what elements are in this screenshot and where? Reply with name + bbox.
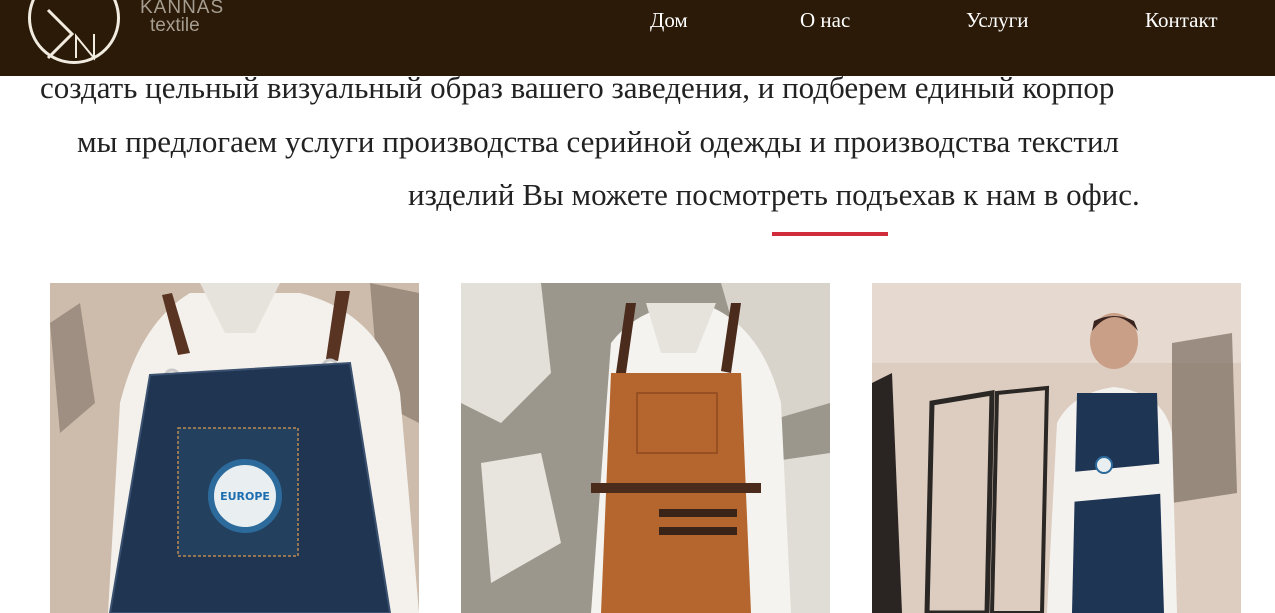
leather-apron-photo — [461, 283, 830, 613]
nav-contact[interactable]: Контакт — [1145, 8, 1218, 32]
section-divider — [772, 232, 888, 236]
nav-services[interactable]: Услуги — [966, 8, 1029, 32]
nav-about[interactable]: О нас — [800, 8, 850, 32]
gallery-item-denim-apron-closeup[interactable]: EUROPE — [50, 283, 419, 613]
nav-home[interactable]: Дом — [650, 8, 688, 32]
intro-text-line: мы предлогаем услуги производства серийн… — [77, 124, 1120, 159]
denim-apron-model-photo — [872, 283, 1241, 613]
site-header: KANNAS textile Дом О нас Услуги Контакт — [0, 0, 1275, 76]
gallery-item-leather-apron[interactable] — [461, 283, 830, 613]
logo-monogram-icon — [46, 8, 95, 61]
brand-logo[interactable]: KANNAS textile — [28, 0, 238, 72]
denim-apron-closeup-photo: EUROPE — [50, 283, 419, 613]
page: KANNAS textile Дом О нас Услуги Контакт … — [0, 0, 1275, 613]
europe-badge-text: EUROPE — [220, 490, 270, 503]
brand-subtitle: textile — [150, 15, 200, 36]
gallery-item-denim-apron-model[interactable] — [872, 283, 1241, 613]
intro-text-line: изделий Вы можете посмотреть подъехав к … — [408, 177, 1140, 212]
